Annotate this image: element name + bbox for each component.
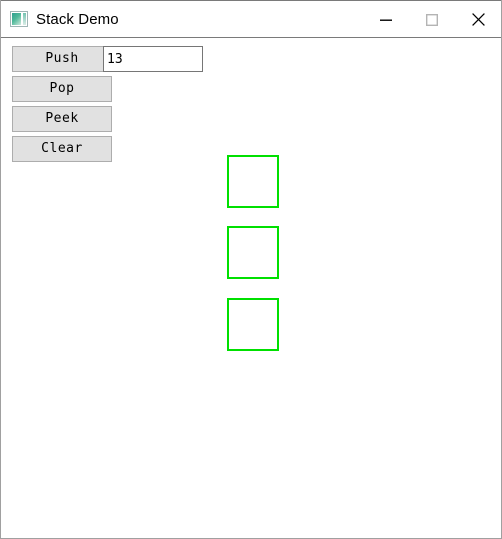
window-controls [363,1,501,38]
app-window: Stack Demo Push Pop Peek Clear 13 [0,0,502,539]
client-area: Push Pop Peek Clear [1,38,501,538]
minimize-icon [380,14,392,26]
stack-cell[interactable] [227,226,279,279]
close-button[interactable] [455,1,501,38]
window-title: Stack Demo [36,10,119,28]
close-icon [471,13,485,26]
stack-cell[interactable] [227,298,279,351]
minimize-button[interactable] [363,1,409,38]
title-bar: Stack Demo [1,0,501,38]
stack-visualization [1,38,501,538]
maximize-button[interactable] [409,1,455,38]
app-icon-fill [12,13,21,25]
stack-cell[interactable] [227,155,279,208]
app-window-icon [10,11,28,27]
maximize-icon [426,13,438,26]
app-icon-bar [23,13,26,25]
